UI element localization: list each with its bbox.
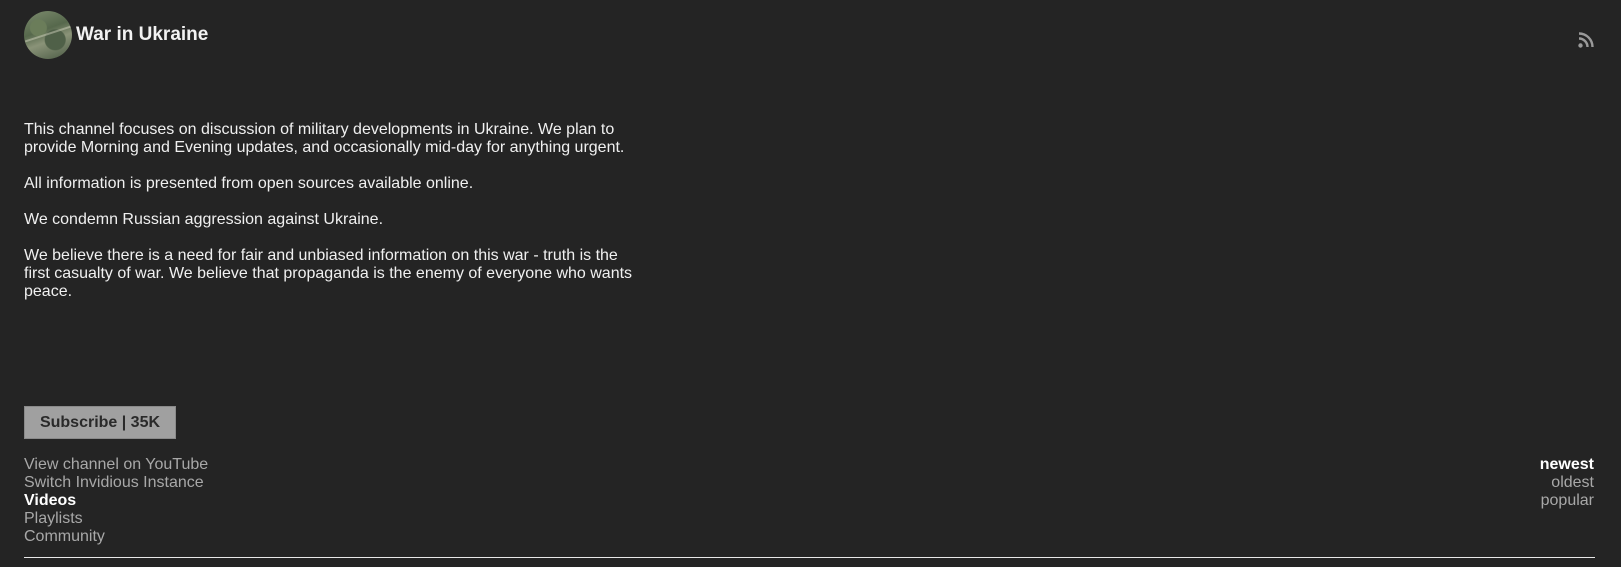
sort-newest[interactable]: newest (1540, 456, 1594, 474)
channel-header: War in Ukraine (24, 11, 208, 59)
description-paragraph: We believe there is a need for fair and … (24, 247, 633, 300)
sort-oldest[interactable]: oldest (1540, 474, 1594, 492)
description-paragraph: All information is presented from open s… (24, 175, 474, 192)
description-paragraph: This channel focuses on discussion of mi… (24, 121, 625, 156)
view-on-youtube-link[interactable]: View channel on YouTube (24, 456, 208, 474)
subscribe-button[interactable]: Subscribe | 35K (24, 406, 176, 439)
channel-nav: View channel on YouTube Switch Invidious… (24, 456, 208, 546)
tab-videos[interactable]: Videos (24, 492, 208, 510)
channel-name: War in Ukraine (76, 24, 209, 45)
tab-playlists[interactable]: Playlists (24, 510, 208, 528)
switch-instance-link[interactable]: Switch Invidious Instance (24, 474, 208, 492)
description-paragraph: We condemn Russian aggression against Uk… (24, 211, 384, 228)
rss-icon[interactable] (1578, 32, 1594, 48)
channel-description: This channel focuses on discussion of mi… (24, 121, 634, 319)
divider (24, 557, 1595, 558)
sort-options: newest oldest popular (1540, 456, 1594, 510)
tab-community[interactable]: Community (24, 528, 208, 546)
sort-popular[interactable]: popular (1540, 492, 1594, 510)
channel-avatar (24, 11, 72, 59)
